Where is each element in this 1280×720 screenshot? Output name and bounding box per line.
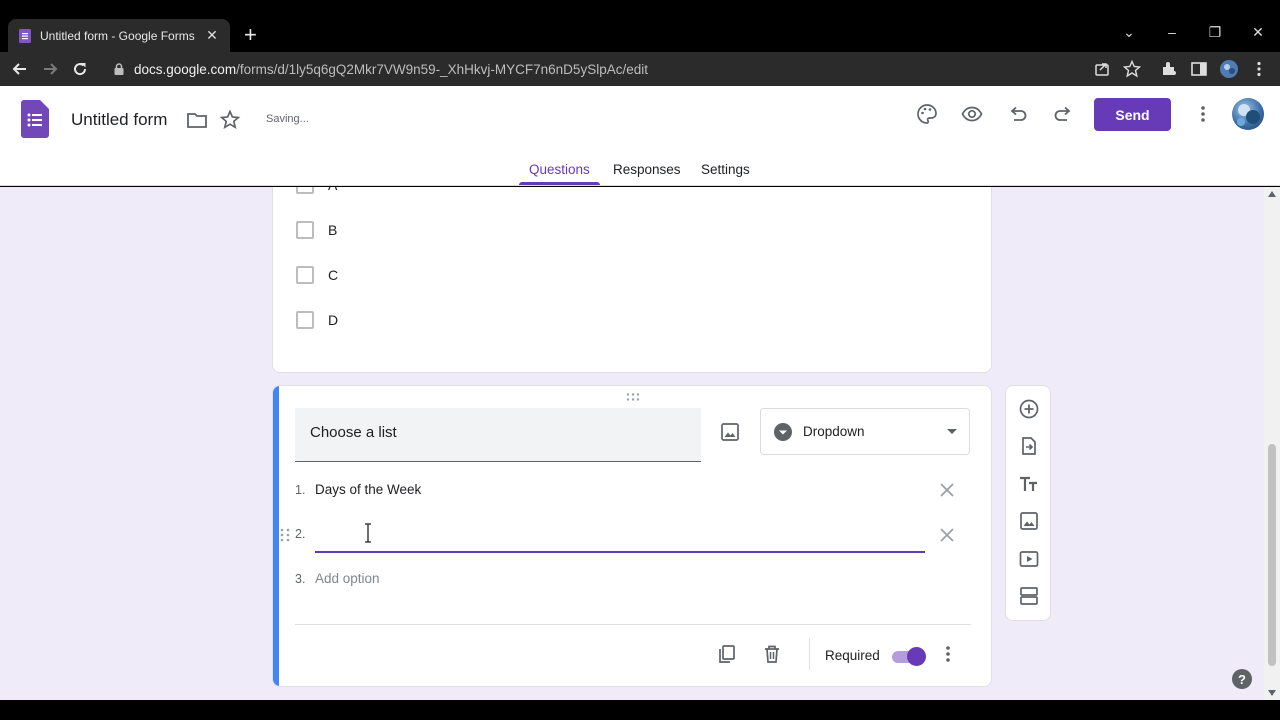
active-question-card[interactable]: Choose a list Dropdown 1. Days of the We… [272, 385, 992, 687]
customize-theme-palette-icon[interactable] [916, 103, 938, 125]
forms-header: Untitled form Saving... Send Questions R… [0, 86, 1280, 186]
active-tab-indicator [519, 182, 600, 185]
undo-icon[interactable] [1007, 103, 1029, 125]
minimize-icon[interactable]: – [1162, 24, 1182, 40]
tab-questions[interactable]: Questions [529, 162, 590, 177]
star-icon[interactable] [219, 109, 241, 131]
checkbox-option[interactable]: B [296, 221, 337, 239]
remove-option-icon[interactable] [938, 526, 956, 544]
share-icon[interactable] [1092, 59, 1112, 79]
checkbox-option-label: B [328, 222, 338, 238]
add-image-icon[interactable] [719, 421, 741, 443]
page-scrollbar[interactable] [1264, 187, 1280, 700]
tab-search-icon[interactable]: ⌄ [1119, 24, 1139, 41]
checkbox-option[interactable]: C [296, 266, 338, 284]
dropdown-option-row: 1. Days of the Week [295, 482, 421, 497]
option-number: 2. [295, 527, 306, 541]
checkbox-option[interactable]: A [296, 187, 337, 194]
add-title-description-icon[interactable] [1018, 473, 1040, 495]
tab-responses[interactable]: Responses [613, 162, 681, 177]
option-text[interactable]: Days of the Week [315, 482, 421, 497]
option-number: 1. [295, 482, 306, 497]
avatar-image [1237, 104, 1260, 126]
url-path: /forms/d/1ly5q6gQ2Mkr7VW9n59-_XhHkvj-MYC… [236, 61, 648, 77]
form-editor-canvas: A B C D Choose a list Dro [0, 187, 1280, 700]
footer-divider [295, 624, 971, 625]
add-section-icon[interactable] [1018, 585, 1040, 607]
question-title-input[interactable]: Choose a list [295, 408, 701, 462]
add-option-link[interactable]: Add option [315, 571, 380, 586]
chevron-down-icon [947, 429, 957, 434]
form-title[interactable]: Untitled form [71, 110, 167, 130]
text-cursor-icon [365, 523, 371, 543]
previous-question-card[interactable]: A B C D [272, 187, 992, 373]
checkbox[interactable] [296, 266, 314, 284]
form-tabs: Questions Responses Settings [0, 160, 1280, 186]
browser-toolbar: docs.google.com/forms/d/1ly5q6gQ2Mkr7VW9… [0, 52, 1280, 86]
question-type-label: Dropdown [803, 424, 865, 439]
more-options-icon[interactable] [1192, 103, 1214, 125]
option-text-input[interactable] [315, 515, 925, 553]
redo-icon[interactable] [1052, 103, 1074, 125]
floating-toolbar [1005, 385, 1051, 621]
required-label: Required [825, 648, 880, 663]
duplicate-icon[interactable] [716, 643, 738, 665]
url-host: docs.google.com [134, 61, 237, 77]
google-forms-favicon [19, 28, 31, 43]
question-more-options-icon[interactable] [937, 643, 959, 665]
add-option-row[interactable]: 3. Add option [295, 571, 380, 586]
add-video-icon[interactable] [1018, 548, 1040, 570]
remove-option-icon[interactable] [938, 481, 956, 499]
checkbox[interactable] [296, 221, 314, 239]
checkbox-option-label: A [328, 187, 337, 193]
back-icon[interactable] [10, 59, 30, 79]
reload-icon[interactable] [70, 59, 90, 79]
restore-icon[interactable]: ❐ [1205, 24, 1225, 41]
scroll-up-arrow-icon[interactable] [1268, 191, 1276, 197]
account-avatar[interactable] [1232, 98, 1264, 130]
lock-icon [114, 63, 124, 75]
new-tab-icon[interactable]: + [244, 24, 257, 46]
tab-settings[interactable]: Settings [701, 162, 750, 177]
checkbox-option[interactable]: D [296, 311, 338, 329]
google-forms-logo-icon[interactable] [21, 100, 49, 138]
extensions-icon[interactable] [1159, 59, 1179, 79]
help-icon[interactable]: ? [1232, 669, 1252, 689]
browser-tabstrip: Untitled form - Google Forms ✕ + ⌄ – ❐ ✕ [0, 0, 1280, 52]
browser-tab-title: Untitled form - Google Forms [40, 28, 195, 43]
browser-menu-icon[interactable] [1249, 59, 1269, 79]
close-window-icon[interactable]: ✕ [1248, 24, 1268, 41]
side-panel-icon[interactable] [1189, 59, 1209, 79]
scroll-down-arrow-icon[interactable] [1268, 690, 1276, 696]
bookmark-star-icon[interactable] [1122, 59, 1142, 79]
footer-vertical-divider [809, 638, 810, 670]
checkbox-option-label: C [328, 267, 339, 283]
add-image-icon[interactable] [1018, 510, 1040, 532]
drag-handle-icon[interactable] [625, 392, 641, 402]
checkbox[interactable] [296, 187, 314, 194]
address-bar[interactable]: docs.google.com/forms/d/1ly5q6gQ2Mkr7VW9… [102, 55, 1152, 83]
send-button[interactable]: Send [1094, 98, 1171, 131]
close-tab-icon[interactable]: ✕ [204, 27, 220, 44]
required-toggle[interactable] [890, 646, 926, 666]
dropdown-option-row: 2. [295, 527, 315, 541]
checkbox[interactable] [296, 311, 314, 329]
import-questions-icon[interactable] [1018, 435, 1040, 457]
scrollbar-thumb[interactable] [1268, 444, 1276, 666]
add-question-icon[interactable] [1018, 398, 1040, 420]
checkbox-option-label: D [328, 312, 339, 328]
move-to-folder-icon[interactable] [186, 109, 208, 131]
profile-icon[interactable] [1219, 59, 1239, 79]
question-type-select[interactable]: Dropdown [760, 408, 970, 455]
preview-eye-icon[interactable] [961, 103, 983, 125]
forward-icon[interactable] [40, 59, 60, 79]
option-drag-handle-icon[interactable] [279, 527, 291, 543]
option-number: 3. [295, 571, 306, 586]
toggle-knob [907, 647, 926, 666]
dropdown-type-icon [774, 422, 792, 441]
browser-tab[interactable]: Untitled form - Google Forms ✕ [8, 19, 230, 52]
save-status: Saving... [266, 113, 309, 125]
delete-trash-icon[interactable] [761, 643, 783, 665]
